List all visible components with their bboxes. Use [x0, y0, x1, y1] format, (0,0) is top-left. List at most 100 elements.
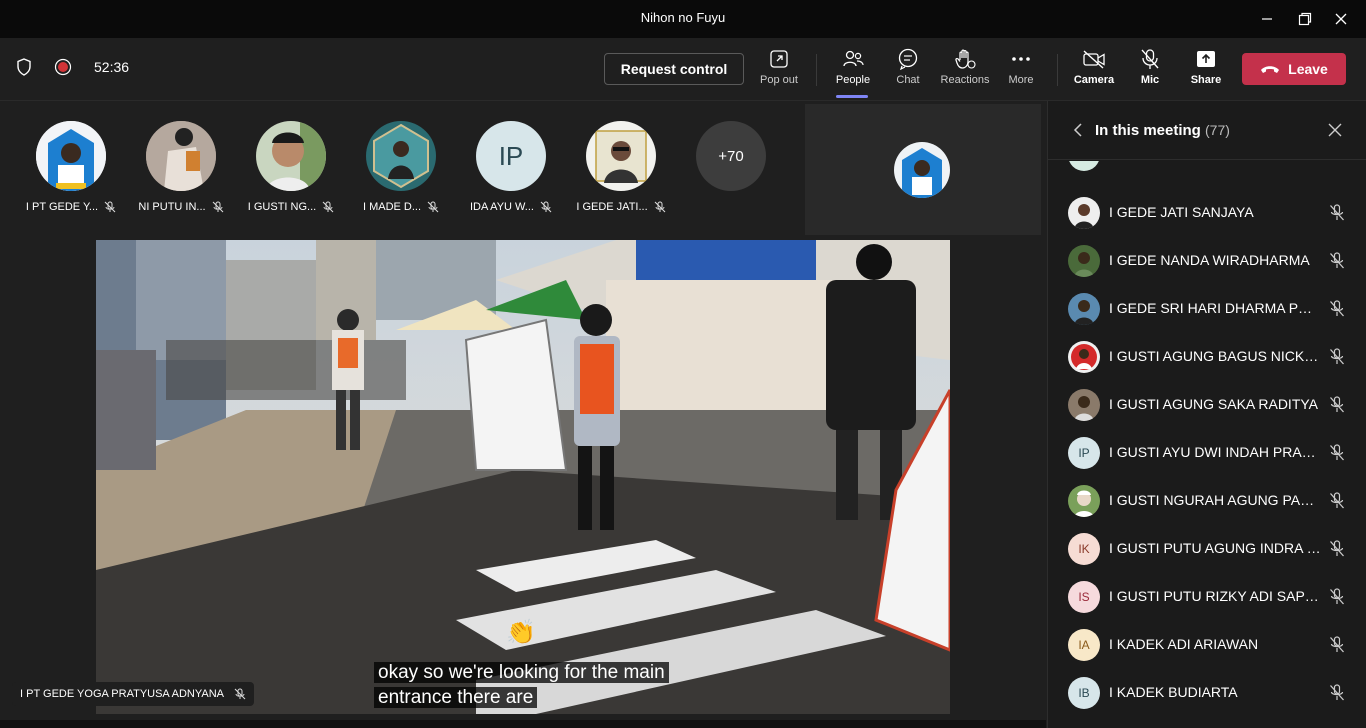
mic-off-icon [1330, 348, 1344, 365]
panel-title: In this meeting (77) [1095, 122, 1230, 139]
leave-button[interactable]: Leave [1242, 53, 1346, 85]
mic-off-icon [1330, 252, 1344, 269]
overflow-tile[interactable]: +70 [676, 121, 786, 221]
avatar: IK [1068, 533, 1100, 565]
reactions-button[interactable]: Reactions [937, 48, 993, 94]
mic-off-icon [1330, 204, 1344, 221]
participant-tile[interactable]: I PT GEDE Y... [16, 121, 126, 221]
bottom-edge [0, 720, 1046, 728]
mic-off-icon [540, 201, 552, 213]
request-control-button[interactable]: Request control [604, 53, 744, 85]
hang-up-icon [1261, 66, 1280, 73]
meeting-toolbar: 52:36 Request control Pop out People Cha… [0, 38, 1366, 101]
avatar: IP [1068, 437, 1100, 469]
list-item[interactable]: I GEDE JATI SANJAYA [1048, 189, 1366, 237]
mic-off-icon [104, 201, 116, 213]
people-panel: In this meeting (77) I GEDE JATI SANJAYA… [1047, 101, 1366, 728]
mic-off-icon [1330, 540, 1344, 557]
mic-off-icon [1330, 588, 1344, 605]
panel-header: In this meeting (77) [1048, 101, 1366, 160]
mic-off-icon [1330, 636, 1344, 653]
mic-off-icon [1330, 492, 1344, 509]
avatar [1068, 341, 1100, 373]
chat-icon [898, 48, 918, 70]
mic-off-icon [1330, 396, 1344, 413]
avatar [1068, 293, 1100, 325]
more-button[interactable]: More [993, 48, 1049, 94]
close-icon[interactable] [1328, 123, 1342, 137]
speaker-name-label: I PT GEDE YOGA PRATYUSA ADNYANA [12, 682, 254, 706]
share-button[interactable]: Share [1178, 48, 1234, 94]
avatar [1068, 485, 1100, 517]
minimize-icon [1262, 18, 1272, 20]
avatar [1068, 245, 1100, 277]
chevron-left-icon[interactable] [1072, 123, 1084, 137]
people-icon [843, 50, 864, 67]
avatar [366, 121, 436, 191]
avatar [36, 121, 106, 191]
overflow-count: +70 [696, 121, 766, 191]
pop-out-icon [770, 50, 788, 68]
main-stage: 👏 okay so we're looking for the main ent… [0, 236, 1046, 728]
mic-off-icon [427, 201, 439, 213]
avatar [146, 121, 216, 191]
list-item[interactable]: I GUSTI NGURAH AGUNG PANJI... [1048, 477, 1366, 525]
window-title: Nihon no Fuyu [640, 10, 726, 25]
mic-off-icon [654, 201, 666, 213]
list-item[interactable]: I GEDE SRI HARI DHARMA PUTRA [1048, 285, 1366, 333]
title-bar: Nihon no Fuyu [0, 0, 1366, 38]
participant-tile[interactable]: NI PUTU IN... [126, 121, 236, 221]
live-caption: okay so we're looking for the main entra… [374, 660, 714, 710]
participant-tile[interactable]: IP IDA AYU W... [456, 121, 566, 221]
shield-icon [17, 58, 31, 76]
share-icon [1197, 51, 1215, 67]
list-item[interactable]: I GEDE NANDA WIRADHARMA [1048, 237, 1366, 285]
close-icon [1335, 13, 1347, 25]
list-item[interactable]: IB I KADEK BUDIARTA [1048, 669, 1366, 717]
more-icon [1012, 57, 1030, 61]
list-item[interactable]: IK I GUSTI PUTU AGUNG INDRA K... [1048, 525, 1366, 573]
recording-icon [54, 58, 72, 76]
list-item[interactable]: I GUSTI AGUNG SAKA RADITYA [1048, 381, 1366, 429]
raise-hand-icon [955, 49, 976, 69]
avatar [1068, 389, 1100, 421]
chat-button[interactable]: Chat [880, 48, 936, 94]
participant-list: I GEDE JATI SANJAYA I GEDE NANDA WIRADHA… [1048, 161, 1366, 728]
mic-off-icon [212, 201, 223, 213]
mic-off-icon [322, 201, 334, 213]
minimize-button[interactable] [1254, 6, 1280, 32]
mic-off-icon [1330, 300, 1344, 317]
avatar [586, 121, 656, 191]
participant-tile[interactable]: I MADE D... [346, 121, 456, 221]
meeting-timer: 52:36 [94, 59, 130, 75]
avatar [1068, 197, 1100, 229]
camera-button[interactable]: Camera [1066, 48, 1122, 94]
restore-button[interactable] [1292, 6, 1318, 32]
clap-reaction: 👏 [506, 619, 536, 646]
mic-off-icon [1141, 49, 1159, 69]
close-window-button[interactable] [1328, 6, 1354, 32]
list-item[interactable]: IP I GUSTI AYU DWI INDAH PRADN... [1048, 429, 1366, 477]
list-item[interactable]: I GUSTI AGUNG BAGUS NICKTO ... [1048, 333, 1366, 381]
mic-button[interactable]: Mic [1122, 48, 1178, 94]
pop-out-button[interactable]: Pop out [751, 48, 807, 94]
shared-video[interactable]: 👏 okay so we're looking for the main ent… [96, 240, 950, 714]
list-item[interactable]: IS I GUSTI PUTU RIZKY ADI SAPUT... [1048, 573, 1366, 621]
list-item[interactable]: IA I KADEK ADI ARIAWAN [1048, 621, 1366, 669]
self-view-tile[interactable] [805, 104, 1041, 235]
restore-icon [1298, 12, 1312, 26]
people-button[interactable]: People [825, 48, 881, 94]
mic-off-icon [1330, 684, 1344, 701]
mic-off-icon [234, 688, 246, 700]
avatar: IP [476, 121, 546, 191]
avatar: IA [1068, 629, 1100, 661]
camera-off-icon [1083, 50, 1105, 69]
participant-tile[interactable]: I GEDE JATI... [566, 121, 676, 221]
participant-tile[interactable]: I GUSTI NG... [236, 121, 346, 221]
avatar: IB [1068, 677, 1100, 709]
people-active-indicator [836, 95, 868, 98]
avatar [256, 121, 326, 191]
avatar [894, 142, 950, 198]
avatar: IS [1068, 581, 1100, 613]
mic-off-icon [1330, 444, 1344, 461]
